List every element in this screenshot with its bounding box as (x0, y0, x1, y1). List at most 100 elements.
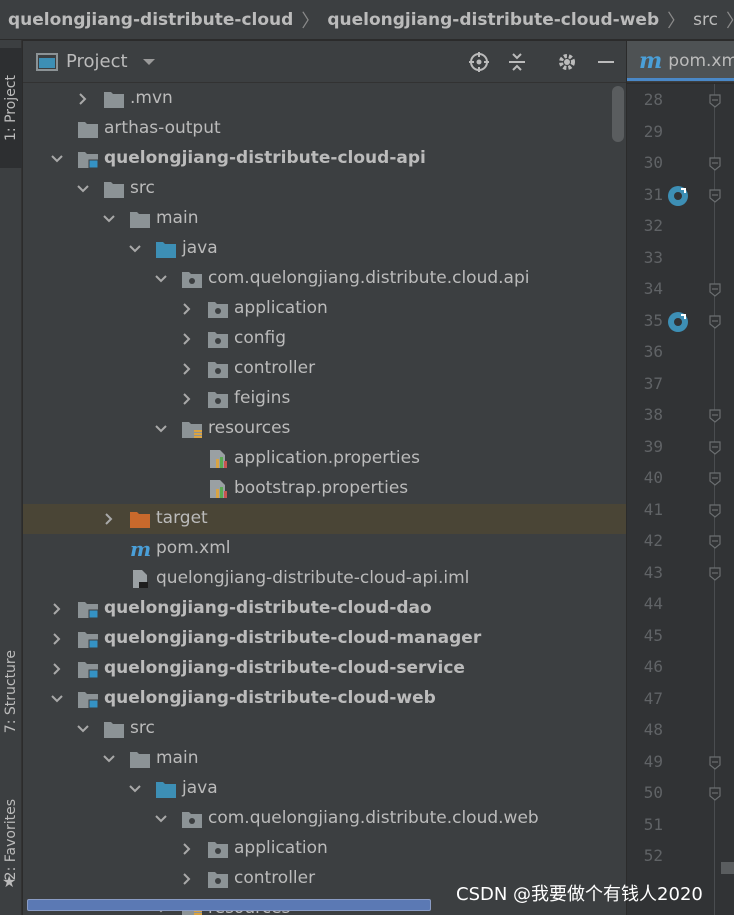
tree-row[interactable]: main (23, 204, 626, 234)
chevron-right-icon[interactable] (177, 354, 197, 384)
tree-item-label: config (234, 328, 287, 348)
tree-row[interactable]: target (23, 504, 626, 534)
horizontal-scrollbar[interactable] (27, 899, 431, 911)
source-folder-icon (155, 779, 177, 799)
chevron-right-icon[interactable] (47, 594, 67, 624)
chevron-down-icon[interactable] (73, 174, 93, 204)
line-number: 35 (643, 310, 663, 330)
tree-item-label: .mvn (130, 88, 173, 108)
tree-row[interactable]: quelongjiang-distribute-cloud-web (23, 684, 626, 714)
folder-icon (77, 119, 99, 139)
tree-row[interactable]: .mvn (23, 84, 626, 114)
fold-marker-icon[interactable] (709, 503, 721, 518)
tree-row[interactable]: quelongjiang-distribute-cloud-api.iml (23, 564, 626, 594)
tree-row[interactable]: controller (23, 354, 626, 384)
vertical-scrollbar[interactable] (612, 86, 624, 142)
chevron-down-icon[interactable] (99, 204, 119, 234)
chevron-down-icon[interactable] (47, 684, 67, 714)
line-number: 39 (643, 436, 663, 456)
tree-row[interactable]: quelongjiang-distribute-cloud-dao (23, 594, 626, 624)
tree-row[interactable]: quelongjiang-distribute-cloud-service (23, 654, 626, 684)
chevron-right-icon[interactable] (99, 504, 119, 534)
tree-row[interactable]: arthas-output (23, 114, 626, 144)
editor-scrollbar[interactable] (721, 862, 734, 874)
fold-marker-icon[interactable] (709, 408, 721, 423)
panel-title[interactable]: Project (66, 51, 128, 72)
tab-pom-xml[interactable]: m pom.xm (627, 41, 734, 81)
tree-row[interactable]: application (23, 834, 626, 864)
chevron-down-icon[interactable] (125, 234, 145, 264)
folder-icon (129, 749, 151, 769)
chevron-down-icon[interactable] (47, 144, 67, 174)
chevron-down-icon[interactable] (151, 414, 171, 444)
tree-item-label: controller (234, 358, 316, 378)
tree-row[interactable]: java (23, 234, 626, 264)
tree-item-label: application (234, 298, 328, 318)
chevron-right-icon[interactable] (177, 834, 197, 864)
fold-marker-icon[interactable] (709, 156, 721, 171)
tree-row[interactable]: m pom.xml (23, 534, 626, 564)
tab-project[interactable]: 1: Project (0, 48, 22, 168)
fold-marker-icon[interactable] (709, 440, 721, 455)
fold-marker-icon[interactable] (709, 188, 721, 203)
chevron-down-icon[interactable] (125, 774, 145, 804)
chevron-right-icon[interactable] (177, 324, 197, 354)
tree-row[interactable]: java (23, 774, 626, 804)
minimize-icon[interactable] (594, 50, 618, 74)
breadcrumb-item-module[interactable]: quelongjiang-distribute-cloud-web (327, 10, 659, 30)
fold-marker-icon[interactable] (709, 566, 721, 581)
locate-target-icon[interactable] (467, 50, 491, 74)
chevron-right-icon[interactable] (73, 84, 93, 114)
folder-icon (103, 89, 125, 109)
breadcrumb-item-project[interactable]: quelongjiang-distribute-cloud (8, 10, 293, 30)
tab-structure[interactable]: 7: Structure (0, 632, 22, 752)
line-number: 49 (643, 751, 663, 771)
chevron-down-icon[interactable] (73, 714, 93, 744)
override-gutter-icon[interactable] (667, 311, 689, 333)
tree-row[interactable]: src (23, 174, 626, 204)
tree-row[interactable]: feigins (23, 384, 626, 414)
breadcrumb-item-src[interactable]: src (693, 10, 718, 30)
tree-row[interactable]: com.quelongjiang.distribute.cloud.api (23, 264, 626, 294)
line-number: 47 (643, 688, 663, 708)
collapse-all-icon[interactable] (505, 50, 529, 74)
tree-item-label: main (156, 208, 199, 228)
line-number: 51 (643, 814, 663, 834)
module-folder-icon (77, 629, 99, 649)
tree-row[interactable]: quelongjiang-distribute-cloud-api (23, 144, 626, 174)
tree-row[interactable]: bootstrap.properties (23, 474, 626, 504)
chevron-right-icon[interactable] (47, 654, 67, 684)
project-panel: Project .mvn arthas-output quelongjiang-di… (23, 41, 626, 915)
chevron-down-icon[interactable] (151, 804, 171, 834)
chevron-down-icon[interactable] (142, 57, 156, 67)
override-gutter-icon[interactable] (667, 185, 689, 207)
svg-text:m: m (130, 539, 151, 559)
fold-marker-icon[interactable] (709, 786, 721, 801)
tree-row[interactable]: quelongjiang-distribute-cloud-manager (23, 624, 626, 654)
tree-row[interactable]: com.quelongjiang.distribute.cloud.web (23, 804, 626, 834)
tree-row[interactable]: src (23, 714, 626, 744)
fold-marker-icon[interactable] (709, 93, 721, 108)
fold-marker-icon[interactable] (709, 471, 721, 486)
tree-row[interactable]: config (23, 324, 626, 354)
project-view-icon (36, 52, 58, 71)
chevron-right-icon[interactable] (47, 624, 67, 654)
tree-row[interactable]: main (23, 744, 626, 774)
package-icon (207, 389, 229, 409)
fold-marker-icon[interactable] (709, 282, 721, 297)
tree-row[interactable]: application (23, 294, 626, 324)
package-icon (207, 299, 229, 319)
tree-row[interactable]: application.properties (23, 444, 626, 474)
fold-marker-icon[interactable] (709, 314, 721, 329)
fold-marker-icon[interactable] (709, 534, 721, 549)
chevron-right-icon[interactable] (177, 384, 197, 414)
chevron-right-icon[interactable] (177, 294, 197, 324)
chevron-down-icon[interactable] (99, 744, 119, 774)
gear-icon[interactable] (555, 50, 579, 74)
tree-row[interactable]: resources (23, 414, 626, 444)
chevron-down-icon[interactable] (151, 264, 171, 294)
excluded-folder-icon (129, 509, 151, 529)
folder-icon (129, 209, 151, 229)
fold-marker-icon[interactable] (709, 755, 721, 770)
module-folder-icon (77, 689, 99, 709)
